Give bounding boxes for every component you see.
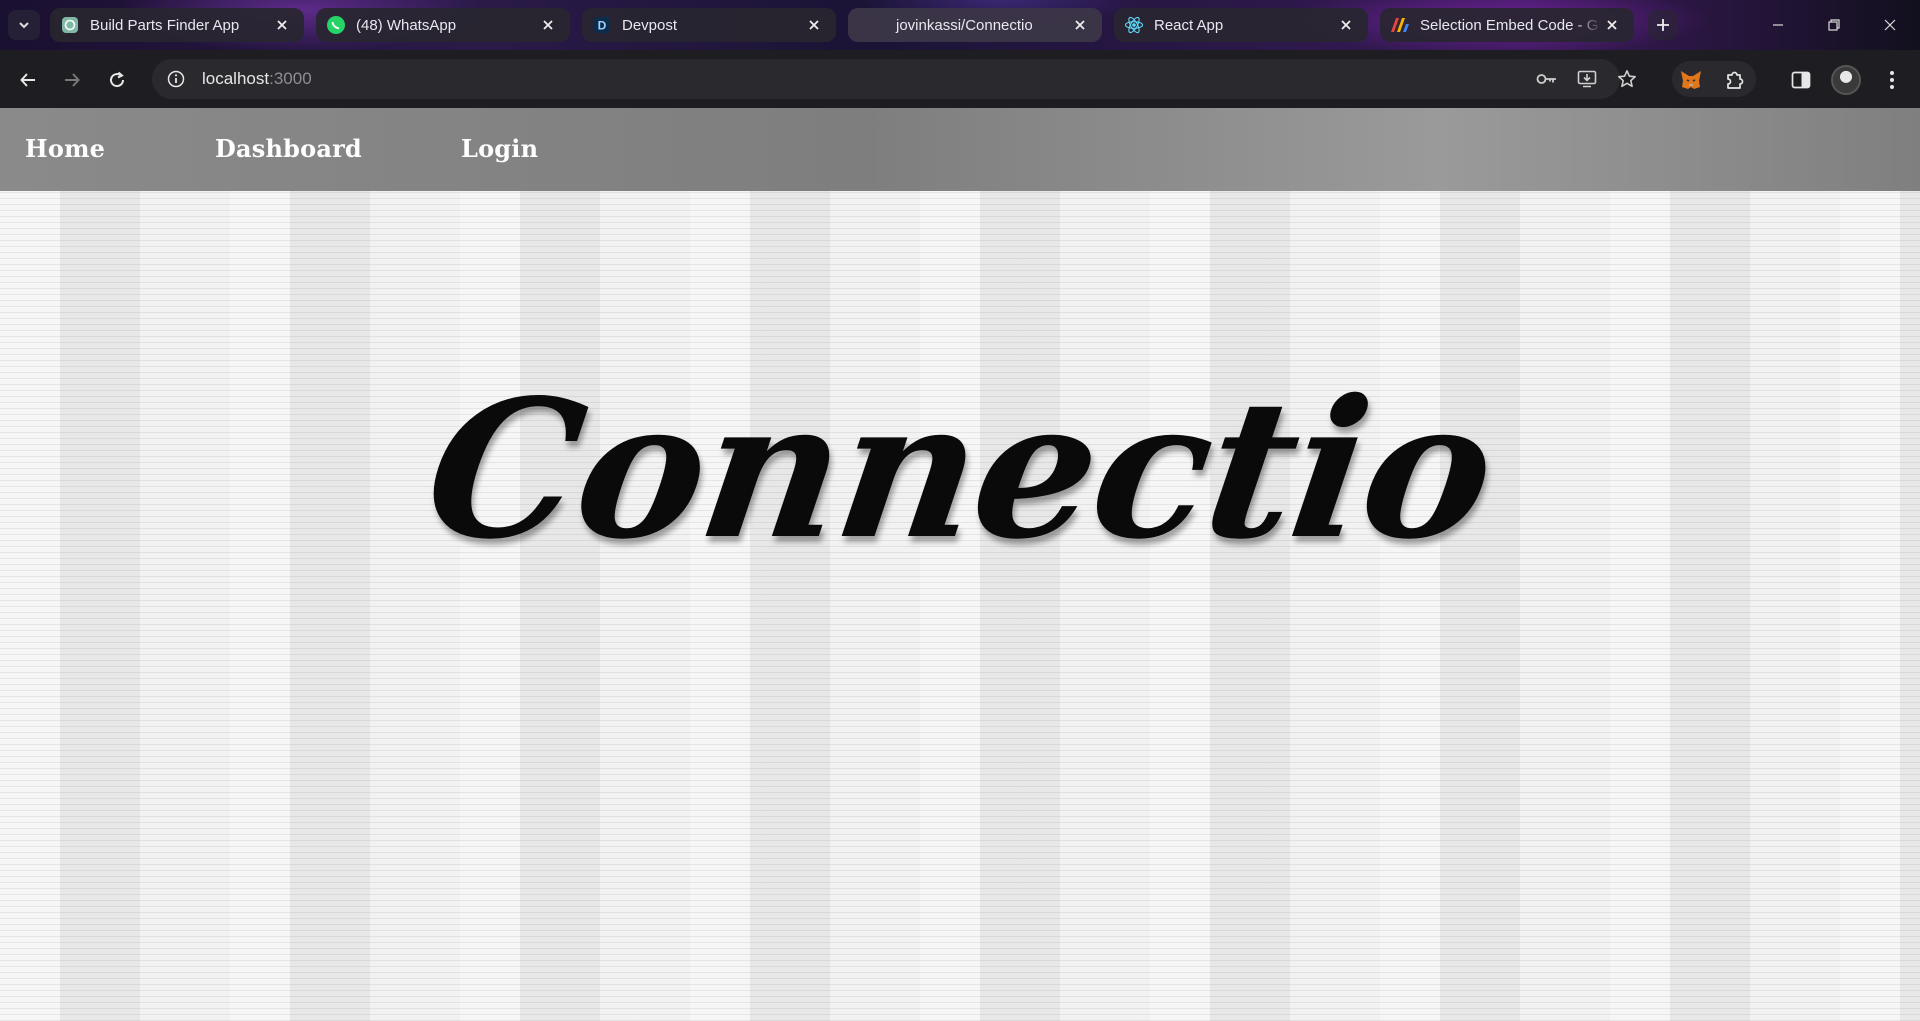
react-icon: [1124, 15, 1144, 35]
tab-title: React App: [1154, 16, 1224, 34]
bookmark-star-icon[interactable]: [1612, 64, 1642, 94]
embed-app-icon: [1390, 15, 1410, 35]
tab-devpost[interactable]: D Devpost: [582, 8, 836, 42]
arrow-right-icon: [65, 73, 80, 87]
devpost-icon: D: [592, 15, 612, 35]
side-panel-icon[interactable]: [1785, 64, 1817, 96]
nav-link-home[interactable]: Home: [25, 134, 105, 163]
tab-search-button[interactable]: [8, 10, 40, 40]
whatsapp-icon: [326, 15, 346, 35]
url-host: localhost: [202, 69, 270, 88]
close-icon[interactable]: [804, 15, 824, 35]
extensions-puzzle-icon[interactable]: [1719, 64, 1751, 96]
nav-link-login[interactable]: Login: [461, 134, 538, 163]
reload-button[interactable]: [101, 64, 133, 96]
minimize-icon: [1773, 24, 1783, 26]
tab-build-parts-finder[interactable]: Build Parts Finder App: [50, 8, 304, 42]
close-icon[interactable]: [272, 15, 292, 35]
address-bar[interactable]: localhost:3000: [152, 59, 1636, 99]
tab-whatsapp[interactable]: (48) WhatsApp: [316, 8, 570, 42]
tab-selection-embed-code[interactable]: Selection Embed Code - G: [1380, 8, 1634, 42]
close-icon[interactable]: [1070, 15, 1090, 35]
tab-title: (48) WhatsApp: [356, 16, 457, 34]
password-key-icon[interactable]: [1532, 64, 1562, 94]
more-menu-icon[interactable]: [1876, 64, 1908, 96]
close-icon[interactable]: [538, 15, 558, 35]
url-port: :3000: [269, 69, 312, 88]
browser-toolbar: localhost:3000: [0, 50, 1920, 108]
tab-title: Selection Embed Code - G: [1420, 16, 1599, 34]
tab-title: Build Parts Finder App: [90, 16, 240, 34]
reload-icon: [110, 71, 125, 88]
back-button[interactable]: [12, 64, 44, 96]
nav-link-dashboard[interactable]: Dashboard: [215, 134, 362, 163]
tab-github-connectio[interactable]: jovinkassi/Connectio: [848, 8, 1102, 42]
tab-react-app[interactable]: React App: [1114, 8, 1368, 42]
install-app-icon[interactable]: [1572, 64, 1602, 94]
tab-title: Devpost: [622, 16, 678, 34]
close-window-button[interactable]: [1870, 8, 1910, 42]
arrow-left-icon: [20, 73, 35, 87]
profile-avatar[interactable]: [1831, 65, 1861, 95]
new-tab-button[interactable]: [1648, 10, 1678, 40]
tab-strip: Build Parts Finder App (48) WhatsApp D D…: [0, 0, 1920, 50]
site-navbar: Home Dashboard Login: [0, 108, 1920, 191]
close-icon[interactable]: [1602, 15, 1622, 35]
svg-text:D: D: [598, 19, 607, 33]
openai-icon: [60, 15, 80, 35]
site-info-icon[interactable]: [156, 59, 196, 99]
plus-icon: [1657, 19, 1669, 31]
url-text: localhost:3000: [202, 69, 312, 89]
restore-icon: [1828, 19, 1840, 31]
github-icon: [858, 15, 878, 35]
forward-button[interactable]: [56, 64, 88, 96]
close-icon: [1884, 19, 1896, 31]
chevron-down-icon: [19, 22, 29, 29]
metamask-icon[interactable]: [1675, 64, 1707, 96]
restore-button[interactable]: [1814, 8, 1854, 42]
page-viewport: Home Dashboard Login Connectio: [0, 108, 1920, 1021]
close-icon[interactable]: [1336, 15, 1356, 35]
tab-title: jovinkassi/Connectio: [896, 16, 1033, 34]
minimize-button[interactable]: [1758, 8, 1798, 42]
hero-title: Connectio: [414, 358, 1506, 581]
